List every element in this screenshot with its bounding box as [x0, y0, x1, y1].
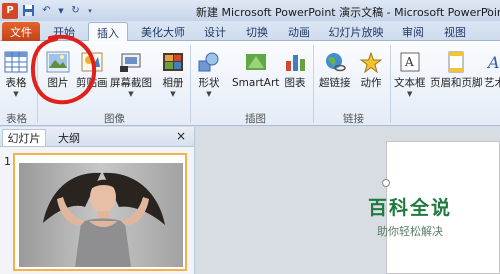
save-icon[interactable] [21, 3, 36, 18]
window-title: 新建 Microsoft PowerPoint 演示文稿 - Microsoft… [196, 6, 500, 19]
shapes-button[interactable]: 形状 ▼ [196, 49, 222, 98]
group-separator [390, 45, 391, 123]
globe-link-icon [322, 49, 348, 75]
shapes-label: 形状 [198, 77, 220, 89]
table-label: 表格 [5, 77, 27, 89]
screenshot-icon [118, 49, 144, 75]
chevron-down-icon: ▼ [13, 90, 19, 98]
undo-icon[interactable]: ↶ [39, 3, 54, 18]
tab-design[interactable]: 设计 [198, 22, 232, 41]
wordart-label: 艺术 [484, 77, 500, 89]
watermark-logo: 百科全说 助你轻松解决 [350, 193, 470, 253]
title-bar: P ↶ ▼ ↻ ▾ 新建 Microsoft PowerPoint 演示文稿 -… [0, 0, 500, 21]
table-icon [3, 49, 29, 75]
chart-label: 图表 [284, 77, 306, 89]
pane-tabs: 幻灯片 大纲 × [0, 127, 194, 147]
bar-chart-icon [282, 49, 308, 75]
smartart-icon [243, 49, 269, 75]
watermark-sub-text: 助你轻松解决 [377, 225, 443, 238]
redo-icon[interactable]: ↻ [68, 3, 83, 18]
action-star-icon [358, 49, 384, 75]
header-footer-label: 页眉和页脚 [430, 77, 483, 89]
group-separator [313, 45, 314, 123]
watermark-main-text: 百科全说 [367, 197, 452, 219]
woman-photo-image [19, 163, 183, 267]
tab-view[interactable]: 视图 [438, 22, 472, 41]
hyperlink-button[interactable]: 超链接 [319, 49, 351, 90]
quick-access-toolbar: P ↶ ▼ ↻ ▾ [2, 2, 94, 19]
svg-text:A: A [487, 53, 500, 72]
action-button[interactable]: 动作 [358, 49, 384, 90]
screenshot-label: 屏幕截图 [110, 77, 152, 89]
header-footer-icon [443, 49, 469, 75]
customize-qat-icon[interactable]: ▾ [86, 3, 94, 18]
tab-animations[interactable]: 动画 [282, 22, 316, 41]
slide-thumbnail[interactable] [13, 153, 187, 271]
album-label: 相册 [162, 77, 184, 89]
close-icon[interactable]: × [176, 129, 186, 143]
wordart-button[interactable]: A 艺术 [484, 49, 500, 90]
slide-number: 1 [4, 155, 11, 168]
tab-review[interactable]: 审阅 [396, 22, 430, 41]
chevron-down-icon: ▼ [170, 90, 176, 98]
header-footer-button[interactable]: 页眉和页脚 [430, 49, 483, 90]
chevron-down-icon: ▼ [128, 90, 134, 98]
group-label-links: 链接 [343, 113, 364, 125]
tab-slides[interactable]: 幻灯片 [2, 129, 46, 146]
powerpoint-icon[interactable]: P [2, 2, 18, 19]
group-label-images: 图像 [104, 113, 125, 125]
chevron-down-icon[interactable]: ▼ [57, 3, 65, 18]
slides-pane: 幻灯片 大纲 × 1 [0, 127, 195, 274]
group-separator [190, 45, 191, 123]
tab-outline[interactable]: 大纲 [52, 129, 86, 146]
table-button[interactable]: 表格 ▼ [3, 49, 29, 98]
shapes-icon [196, 49, 222, 75]
group-label-tables: 表格 [6, 113, 27, 125]
chevron-down-icon: ▼ [407, 90, 413, 98]
tab-slideshow[interactable]: 幻灯片放映 [324, 22, 388, 41]
svg-text:A: A [404, 55, 414, 69]
album-button[interactable]: 相册 ▼ [160, 49, 186, 98]
action-label: 动作 [360, 77, 382, 89]
textbox-icon: A [397, 49, 423, 75]
photo-album-icon [160, 49, 186, 75]
chevron-down-icon: ▼ [206, 90, 212, 98]
hyperlink-label: 超链接 [319, 77, 351, 89]
chart-button[interactable]: 图表 [282, 49, 308, 90]
smartart-label: SmartArt [232, 77, 280, 89]
screenshot-button[interactable]: 屏幕截图 ▼ [110, 49, 152, 98]
minimize-button[interactable]: – [478, 2, 498, 18]
group-label-illustrations: 插图 [245, 113, 266, 125]
tab-beautify[interactable]: 美化大师 [132, 22, 194, 41]
annotation-circle [30, 34, 97, 105]
wordart-icon: A [487, 49, 500, 75]
textbox-label: 文本框 [394, 77, 426, 89]
textbox-button[interactable]: A 文本框 ▼ [394, 49, 426, 98]
selection-handle[interactable] [382, 179, 390, 187]
smartart-button[interactable]: SmartArt [232, 49, 279, 90]
tab-transitions[interactable]: 切换 [240, 22, 274, 41]
